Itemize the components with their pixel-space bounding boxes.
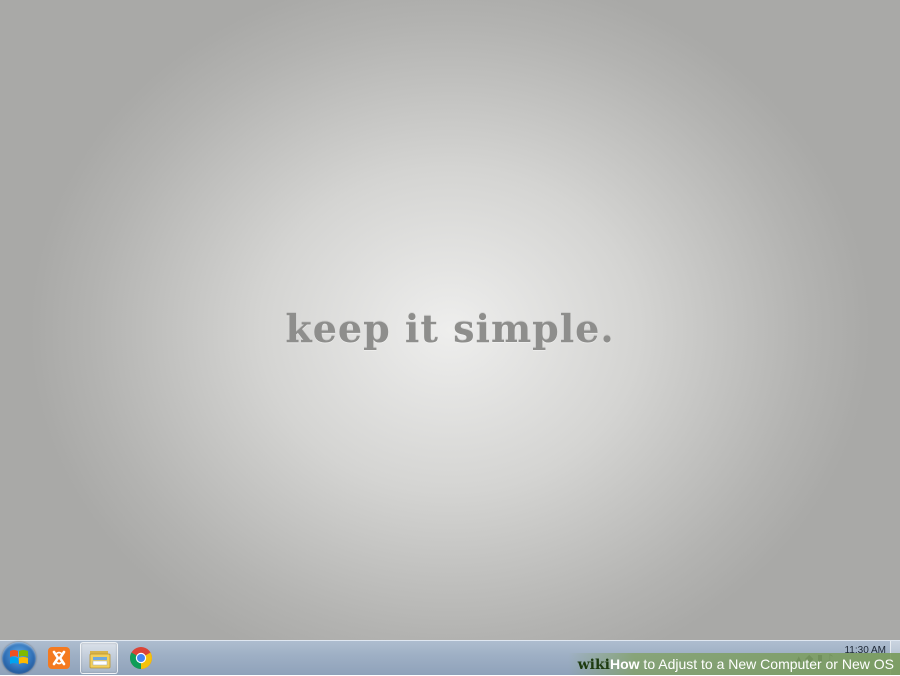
wikihow-watermark: wikiHow to Adjust to a New Computer or N… [568,653,900,675]
watermark-title: to Adjust to a New Computer or New OS [640,656,894,672]
chrome-icon [129,646,153,670]
windows-logo-icon [9,648,29,668]
xampp-icon [47,646,71,670]
desktop[interactable]: keep it simple. [0,0,900,640]
wikihow-logo: wiki [578,657,610,673]
watermark-how: How [610,656,640,672]
wallpaper-text: keep it simple. [0,306,900,351]
taskbar-xampp-button[interactable] [40,642,78,674]
start-button[interactable] [2,642,36,674]
folder-icon [88,647,112,671]
taskbar-chrome-button[interactable] [122,642,160,674]
taskbar-explorer-button[interactable] [80,642,118,674]
